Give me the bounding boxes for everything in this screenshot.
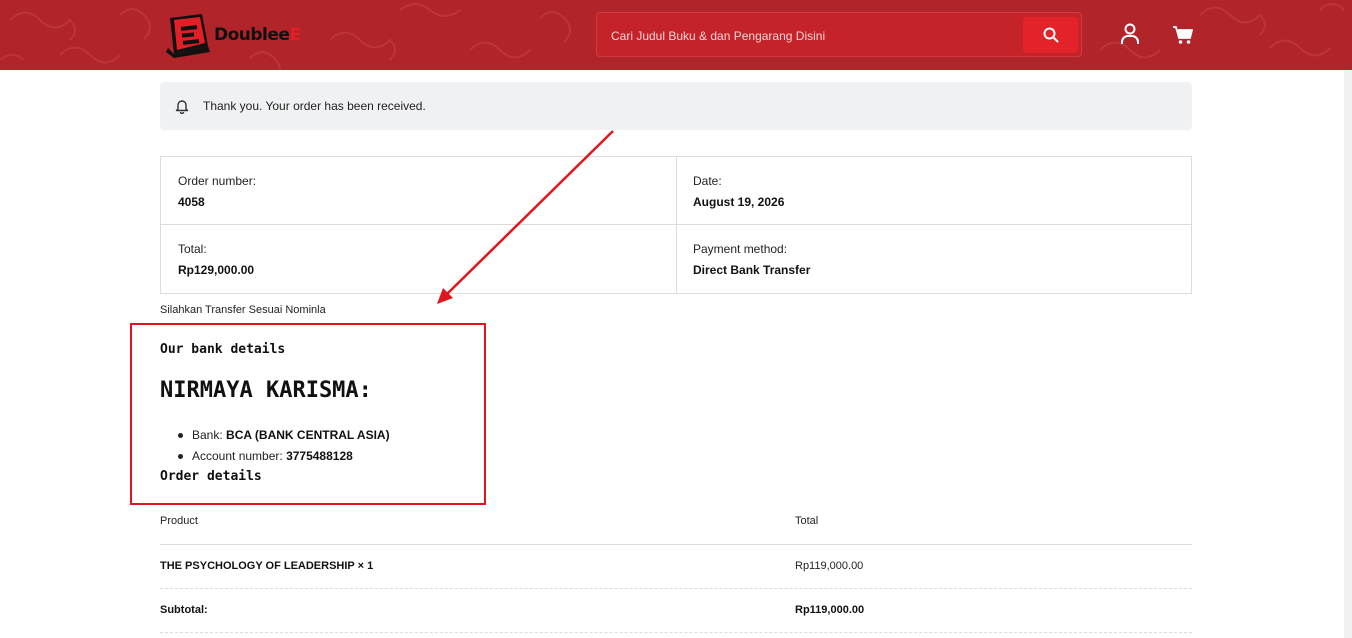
date-value: August 19, 2026 (693, 195, 785, 209)
search-bar (596, 12, 1082, 58)
product-column-header: Product (160, 515, 198, 527)
highlight-box (130, 323, 486, 505)
search-input[interactable] (609, 13, 1013, 58)
order-received-notice: Thank you. Your order has been received. (160, 82, 1192, 130)
transfer-instruction: Silahkan Transfer Sesuai Nominla (160, 304, 326, 316)
product-total: Rp119,000.00 (795, 560, 864, 572)
overview-divider-vertical (676, 157, 677, 293)
total-label: Total: (178, 242, 207, 256)
logo-book-icon (166, 14, 210, 58)
user-icon[interactable] (1120, 23, 1140, 45)
table-row-divider (160, 588, 1192, 589)
total-column-header: Total (795, 515, 819, 527)
payment-method-cell: Payment method: Direct Bank Transfer (676, 225, 1191, 293)
cart-icon[interactable] (1172, 25, 1194, 45)
site-header: DoubleeE (0, 0, 1352, 70)
table-row-divider (160, 632, 1192, 633)
page-scrollbar[interactable] (1344, 70, 1352, 638)
notice-text: Thank you. Your order has been received. (203, 99, 426, 113)
payment-method-label: Payment method: (693, 242, 788, 256)
order-number-value: 4058 (178, 195, 205, 209)
search-icon (1043, 27, 1058, 43)
logo-text: DoubleeE (214, 25, 301, 45)
payment-method-value: Direct Bank Transfer (693, 263, 811, 277)
order-overview: Order number: 4058 Date: August 19, 2026… (160, 156, 1192, 294)
site-logo[interactable]: DoubleeE (162, 12, 312, 58)
total-value: Rp129,000.00 (178, 263, 255, 277)
bell-icon (175, 100, 189, 114)
table-header-divider (160, 544, 1192, 545)
subtotal-label: Subtotal: (160, 604, 208, 616)
date-label: Date: (693, 174, 722, 188)
subtotal-value: Rp119,000.00 (795, 604, 865, 616)
overview-divider-horizontal (161, 224, 1191, 225)
product-name[interactable]: THE PSYCHOLOGY OF LEADERSHIP × 1 (160, 560, 373, 572)
order-number-cell: Order number: 4058 (161, 157, 676, 224)
date-cell: Date: August 19, 2026 (676, 157, 1191, 224)
search-button[interactable] (1023, 17, 1078, 53)
total-cell: Total: Rp129,000.00 (161, 225, 676, 293)
order-table-header: Product Total (160, 515, 1192, 535)
order-number-label: Order number: (178, 174, 257, 188)
